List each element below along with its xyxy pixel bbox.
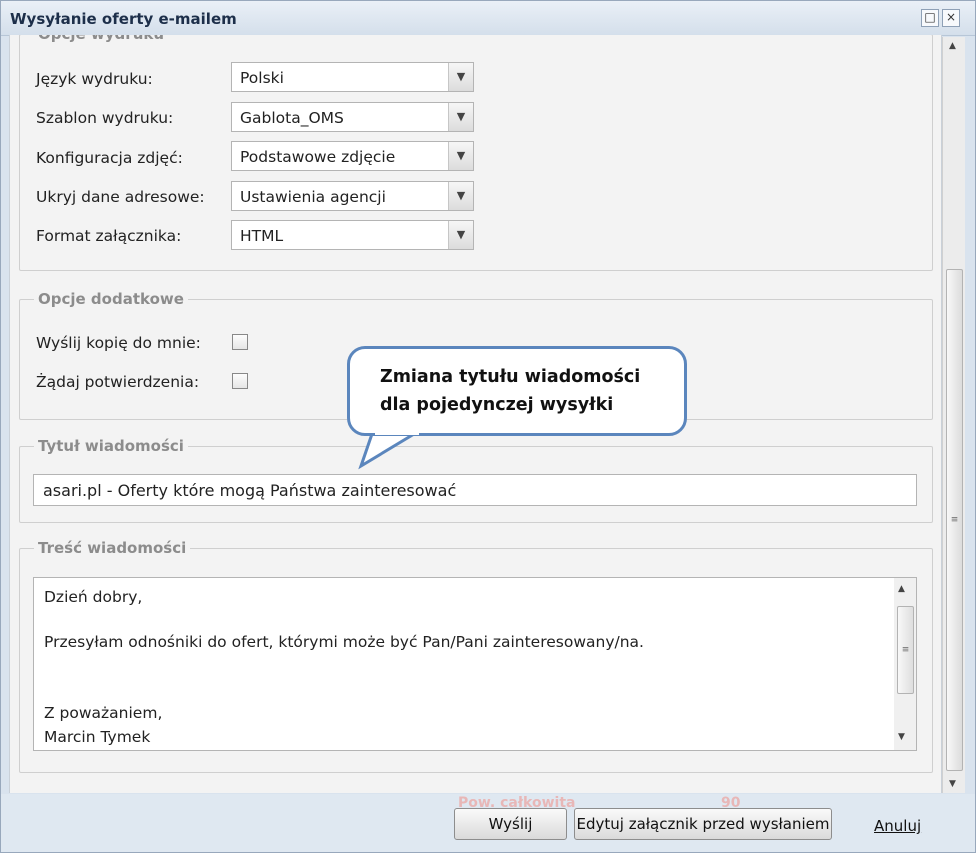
close-button[interactable]: × [942,9,960,27]
chevron-down-icon[interactable]: ▼ [448,182,473,210]
maximize-button[interactable]: □ [921,9,939,27]
photo-config-select[interactable]: Podstawowe zdjęcie ▼ [231,141,474,171]
arrow-down-icon[interactable]: ▼ [949,779,956,789]
callout-bubble: Zmiana tytułu wiadomości dla pojedynczej… [347,346,687,436]
message-title-input[interactable]: asari.pl - Oferty które mogą Państwa zai… [33,474,917,506]
chevron-down-icon[interactable]: ▼ [448,63,473,91]
message-body-line: Przesyłam odnośniki do ofert, którymi mo… [44,633,644,651]
arrow-up-icon[interactable]: ▲ [949,41,956,51]
hide-address-label: Ukryj dane adresowe: [36,188,205,206]
message-body-legend: Treść wiadomości [38,539,187,557]
scrollbar-thumb[interactable]: ≡ [946,269,963,771]
callout-line-2: dla pojedynczej wysyłki [380,395,614,415]
send-copy-checkbox[interactable] [232,334,248,350]
email-offer-dialog: Wysyłanie oferty e-mailem □ × Opcje wydr… [0,0,976,853]
edit-attachment-button[interactable]: Edytuj załącznik przed wysłaniem [574,808,832,840]
print-template-value: Gablota_OMS [240,109,344,127]
send-button[interactable]: Wyślij [454,808,567,840]
callout-seam [375,429,419,435]
hide-address-value: Ustawienia agencji [240,188,386,206]
message-body-scrollbar[interactable]: ▲ ≡ ▼ [894,578,916,750]
photo-config-value: Podstawowe zdjęcie [240,148,396,166]
chevron-down-icon[interactable]: ▼ [448,142,473,170]
callout-line-1: Zmiana tytułu wiadomości [380,367,641,387]
dialog-scrollbar[interactable]: ▲ ≡ ▼ [942,37,965,793]
title-bar[interactable]: Wysyłanie oferty e-mailem □ × [1,1,975,36]
arrow-down-icon[interactable]: ▼ [898,732,905,742]
chevron-down-icon[interactable]: ▼ [448,221,473,249]
print-language-select[interactable]: Polski ▼ [231,62,474,92]
photo-config-label: Konfiguracja zdjęć: [36,149,183,167]
message-title-legend: Tytuł wiadomości [38,437,184,455]
attachment-format-value: HTML [240,227,284,245]
print-language-label: Język wydruku: [36,70,153,88]
cancel-link[interactable]: Anuluj [874,817,921,835]
attachment-format-label: Format załącznika: [36,227,182,245]
hide-address-select[interactable]: Ustawienia agencji ▼ [231,181,474,211]
chevron-down-icon[interactable]: ▼ [448,103,473,131]
additional-options-legend: Opcje dodatkowe [38,290,184,308]
message-body-line: Dzień dobry, [44,588,143,606]
message-body-line: Marcin Tymek [44,728,151,746]
print-options-legend: Opcje wydruku [34,35,168,43]
message-body-line: Z poważaniem, [44,704,163,722]
request-confirmation-checkbox[interactable] [232,373,248,389]
callout-text: Zmiana tytułu wiadomości dla pojedynczej… [380,363,640,419]
print-template-select[interactable]: Gablota_OMS ▼ [231,102,474,132]
print-template-label: Szablon wydruku: [36,109,174,127]
arrow-up-icon[interactable]: ▲ [898,584,905,594]
send-copy-label: Wyślij kopię do mnie: [36,334,201,352]
request-confirmation-label: Żądaj potwierdzenia: [36,373,200,391]
attachment-format-select[interactable]: HTML ▼ [231,220,474,250]
dialog-title: Wysyłanie oferty e-mailem [10,10,237,28]
scrollbar-thumb[interactable]: ≡ [897,606,914,694]
message-title-value: asari.pl - Oferty które mogą Państwa zai… [43,481,457,500]
print-language-value: Polski [240,69,284,87]
message-body-textarea[interactable]: Dzień dobry, Przesyłam odnośniki do ofer… [33,577,917,751]
